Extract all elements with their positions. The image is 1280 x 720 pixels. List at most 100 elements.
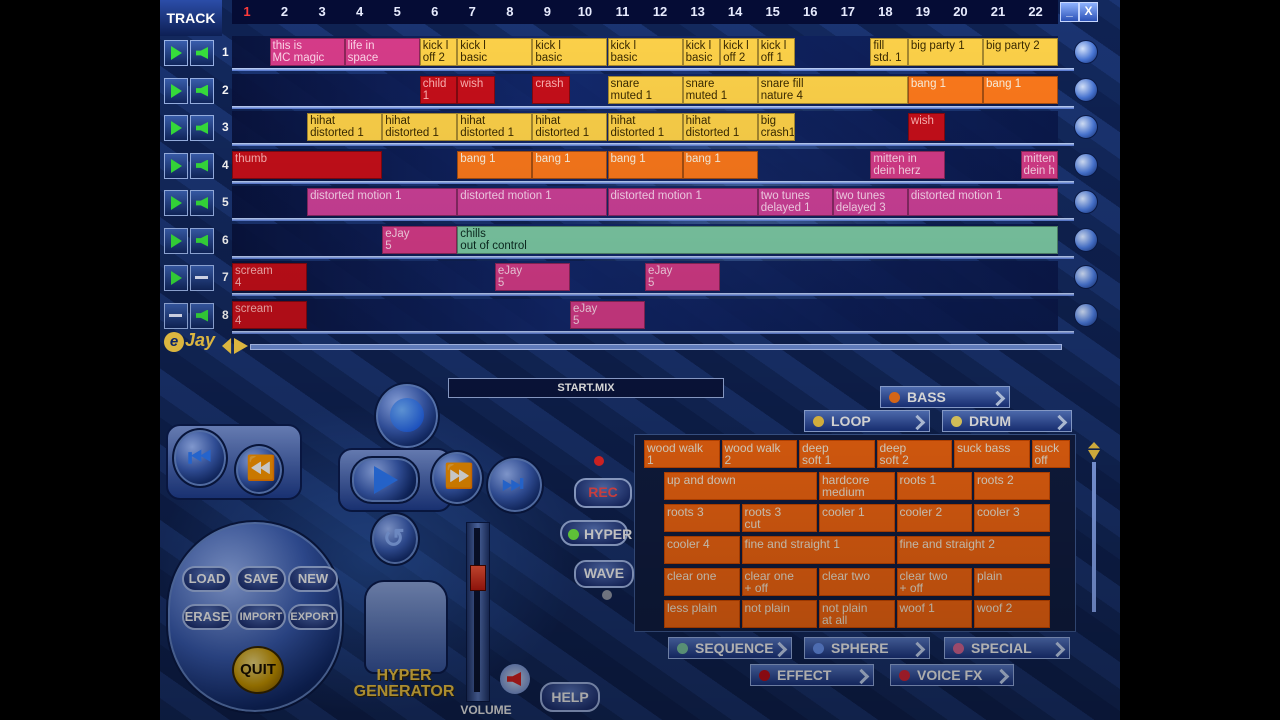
sample-block[interactable]: distorted motion 1 [607, 188, 758, 216]
beat-marker[interactable]: 13 [679, 4, 717, 19]
save-button[interactable]: SAVE [236, 566, 286, 592]
sample-block[interactable]: mitten in dein herz [870, 150, 946, 179]
sample-item[interactable]: woof 1 [896, 600, 972, 628]
volume-slider-handle[interactable] [470, 565, 486, 592]
sample-block[interactable]: hihat distorted 1 [307, 113, 383, 141]
wave-button[interactable]: WAVE [574, 560, 634, 588]
sample-block[interactable]: kick l basic [532, 38, 608, 66]
track-play-button[interactable] [164, 302, 188, 329]
sample-block[interactable]: chills out of control [457, 225, 1059, 254]
stop-button[interactable] [374, 382, 440, 450]
scroll-down-icon[interactable] [1088, 450, 1100, 460]
sample-block[interactable]: snare muted 1 [682, 75, 758, 104]
erase-button[interactable]: ERASE [182, 604, 232, 630]
rec-button[interactable]: REC [574, 478, 632, 508]
sample-block[interactable]: hihat distorted 1 [532, 113, 608, 141]
track-play-button[interactable] [164, 227, 188, 254]
sample-block[interactable]: big party 1 [907, 38, 983, 66]
category-effect-button[interactable]: EFFECT [750, 664, 874, 686]
sample-block[interactable]: two tunes delayed 3 [832, 188, 908, 216]
beat-marker[interactable]: 6 [416, 4, 454, 19]
track-solo-button[interactable] [190, 190, 214, 216]
sample-block[interactable]: bang 1 [983, 75, 1059, 104]
beat-marker[interactable]: 2 [266, 4, 304, 19]
sample-block[interactable]: hihat distorted 1 [382, 113, 458, 141]
sample-block[interactable]: scream 4 [232, 300, 308, 329]
play-button[interactable] [350, 456, 420, 504]
track-volume-knob[interactable] [1074, 302, 1098, 327]
track-volume-knob[interactable] [1074, 190, 1098, 214]
sample-item[interactable]: hardcore medium [819, 472, 895, 500]
sample-item[interactable]: plain [974, 568, 1050, 596]
sample-item[interactable]: roots 3 cut [741, 504, 817, 532]
timeline-scrollbar[interactable] [222, 338, 1062, 354]
sample-block[interactable]: snare fill nature 4 [757, 75, 908, 104]
load-button[interactable]: LOAD [182, 566, 232, 592]
fast-forward-button[interactable]: ⏩ [430, 450, 484, 506]
skip-to-end-button[interactable]: ⏭ [486, 456, 544, 514]
category-sequence-button[interactable]: SEQUENCE [668, 637, 792, 659]
beat-marker[interactable]: 8 [491, 4, 529, 19]
sample-item[interactable]: wood walk 2 [721, 440, 797, 468]
sample-block[interactable]: eJay 5 [645, 263, 721, 291]
sample-block[interactable]: child 1 [419, 75, 458, 104]
sample-item[interactable]: not plain at all [819, 600, 895, 628]
sample-item[interactable]: suck off [1031, 440, 1071, 468]
track-play-button[interactable] [164, 77, 188, 104]
category-loop-button[interactable]: LOOP [804, 410, 930, 432]
sample-block[interactable]: eJay 5 [494, 263, 570, 291]
rewind-to-start-button[interactable]: ⏮ [172, 428, 228, 488]
help-button[interactable]: HELP [540, 682, 600, 712]
sample-block[interactable]: kick l off 2 [720, 38, 758, 66]
sample-item[interactable]: cooler 3 [974, 504, 1050, 532]
hyper-button[interactable]: HYPER [560, 520, 632, 546]
category-drum-button[interactable]: DRUM [942, 410, 1072, 432]
sample-item[interactable]: cooler 4 [664, 536, 740, 564]
sample-block[interactable]: kick l basic [607, 38, 683, 66]
sample-block[interactable]: big crash1 [757, 113, 796, 141]
track-volume-knob[interactable] [1074, 152, 1098, 177]
beat-marker[interactable]: 12 [641, 4, 679, 19]
sample-item[interactable]: clear two + off [896, 568, 972, 596]
sample-block[interactable]: bang 1 [532, 150, 608, 179]
beat-marker[interactable]: 20 [941, 4, 979, 19]
sample-item[interactable]: roots 1 [896, 472, 972, 500]
sample-block[interactable]: distorted motion 1 [307, 188, 458, 216]
track-solo-button[interactable] [190, 40, 214, 66]
sample-block[interactable]: kick l off 2 [419, 38, 458, 66]
sample-block[interactable]: distorted motion 1 [457, 188, 608, 216]
sample-item[interactable]: cooler 2 [896, 504, 972, 532]
beat-marker[interactable]: 15 [754, 4, 792, 19]
sample-block[interactable]: bang 1 [457, 150, 533, 179]
hyper-generator-figure[interactable] [364, 580, 448, 674]
export-button[interactable]: EXPORT [288, 604, 338, 630]
sample-scroll-track[interactable] [1092, 462, 1096, 612]
sample-item[interactable]: roots 2 [974, 472, 1050, 500]
sample-block[interactable]: snare muted 1 [607, 75, 683, 104]
beat-marker[interactable]: 1 [228, 4, 266, 19]
sample-item[interactable]: wood walk 1 [644, 440, 720, 468]
beat-marker[interactable]: 19 [904, 4, 942, 19]
sample-block[interactable]: hihat distorted 1 [607, 113, 683, 141]
sample-block[interactable]: kick l off 1 [757, 38, 796, 66]
sample-block[interactable]: this is MC magic [269, 38, 345, 66]
sample-item[interactable]: clear one + off [741, 568, 817, 596]
track-play-button[interactable] [164, 265, 188, 291]
sample-block[interactable]: crash [532, 75, 570, 104]
scroll-track[interactable] [250, 344, 1062, 350]
sample-block[interactable]: eJay 5 [569, 300, 646, 329]
sample-block[interactable]: kick l basic [682, 38, 721, 66]
beat-marker[interactable]: 4 [341, 4, 379, 19]
sample-item[interactable]: cooler 1 [819, 504, 895, 532]
sample-block[interactable]: hihat distorted 1 [457, 113, 533, 141]
track-solo-button[interactable] [190, 77, 214, 104]
track-play-button[interactable] [164, 40, 188, 66]
sample-item[interactable]: woof 2 [974, 600, 1050, 628]
beat-ruler[interactable]: 1 2 3 4 5 6 7 8 9 10 11 12 13 14 15 16 17 18 19 20 21 22 [232, 0, 1058, 24]
beat-marker[interactable]: 18 [866, 4, 904, 19]
sample-item[interactable]: clear one [664, 568, 740, 596]
track-solo-button[interactable] [190, 152, 214, 179]
sample-item[interactable]: up and down [664, 472, 817, 500]
sample-block[interactable]: hihat distorted 1 [682, 113, 758, 141]
import-button[interactable]: IMPORT [236, 604, 286, 630]
